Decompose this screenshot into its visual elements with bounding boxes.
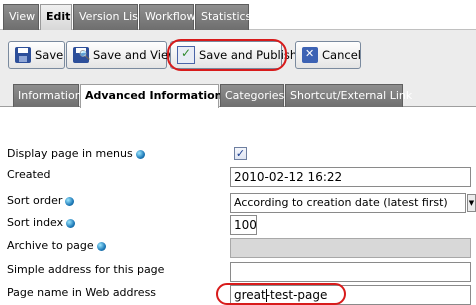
display-in-menus-row: Display page in menus	[7, 147, 145, 160]
sort-index-row: Sort index	[7, 216, 76, 229]
publish-icon	[177, 46, 195, 64]
tab-shortcut-external-link[interactable]: Shortcut/External Link	[285, 84, 412, 107]
simple-address-label: Simple address for this page	[7, 263, 165, 276]
sort-index-label: Sort index	[7, 216, 64, 229]
sort-order-row: Sort order	[7, 194, 75, 207]
tab-categories[interactable]: Categories	[220, 84, 284, 107]
globe-icon[interactable]	[135, 149, 145, 159]
archive-field	[230, 238, 471, 258]
save-and-publish-label: Save and Publish	[199, 48, 298, 62]
sort-order-select[interactable]: According to creation date (latest first…	[230, 193, 466, 213]
tab-workflow[interactable]: Workflow	[139, 4, 196, 30]
save-and-publish-button[interactable]: Save and Publish	[170, 41, 297, 69]
tab-information[interactable]: Information	[13, 84, 82, 107]
display-in-menus-label: Display page in menus	[7, 147, 133, 160]
floppy-view-icon	[73, 47, 90, 63]
globe-icon[interactable]	[96, 241, 106, 251]
tab-version-list[interactable]: Version List	[73, 4, 142, 30]
tab-advanced-information[interactable]: Advanced Information	[80, 84, 223, 108]
sort-index-field[interactable]: 100	[230, 215, 257, 235]
cancel-label: Cancel	[322, 48, 361, 62]
save-label: Save	[35, 48, 64, 62]
globe-icon[interactable]	[65, 196, 75, 206]
save-button[interactable]: Save	[8, 41, 65, 69]
page-name-label: Page name in Web address	[7, 286, 157, 299]
display-in-menus-checkbox[interactable]: ✓	[234, 147, 247, 160]
floppy-icon	[15, 47, 31, 63]
created-label: Created	[7, 168, 51, 181]
sort-order-label: Sort order	[7, 194, 63, 207]
globe-icon[interactable]	[66, 218, 76, 228]
archive-row: Archive to page	[7, 239, 106, 252]
created-field[interactable]: 2010-02-12 16:22	[230, 167, 471, 187]
tab-statistics[interactable]: Statistics	[195, 4, 251, 30]
tab-edit[interactable]: Edit	[40, 4, 72, 30]
save-and-view-label: Save and View	[93, 48, 178, 62]
simple-address-field[interactable]	[230, 262, 471, 282]
text-caret	[266, 289, 267, 302]
chevron-down-icon[interactable]: ▼	[467, 194, 476, 212]
cancel-button[interactable]: Cancel	[295, 41, 361, 69]
save-and-view-button[interactable]: Save and View	[66, 41, 177, 69]
cancel-icon	[302, 47, 318, 63]
tab-view[interactable]: View	[3, 4, 39, 30]
archive-label: Archive to page	[7, 239, 94, 252]
